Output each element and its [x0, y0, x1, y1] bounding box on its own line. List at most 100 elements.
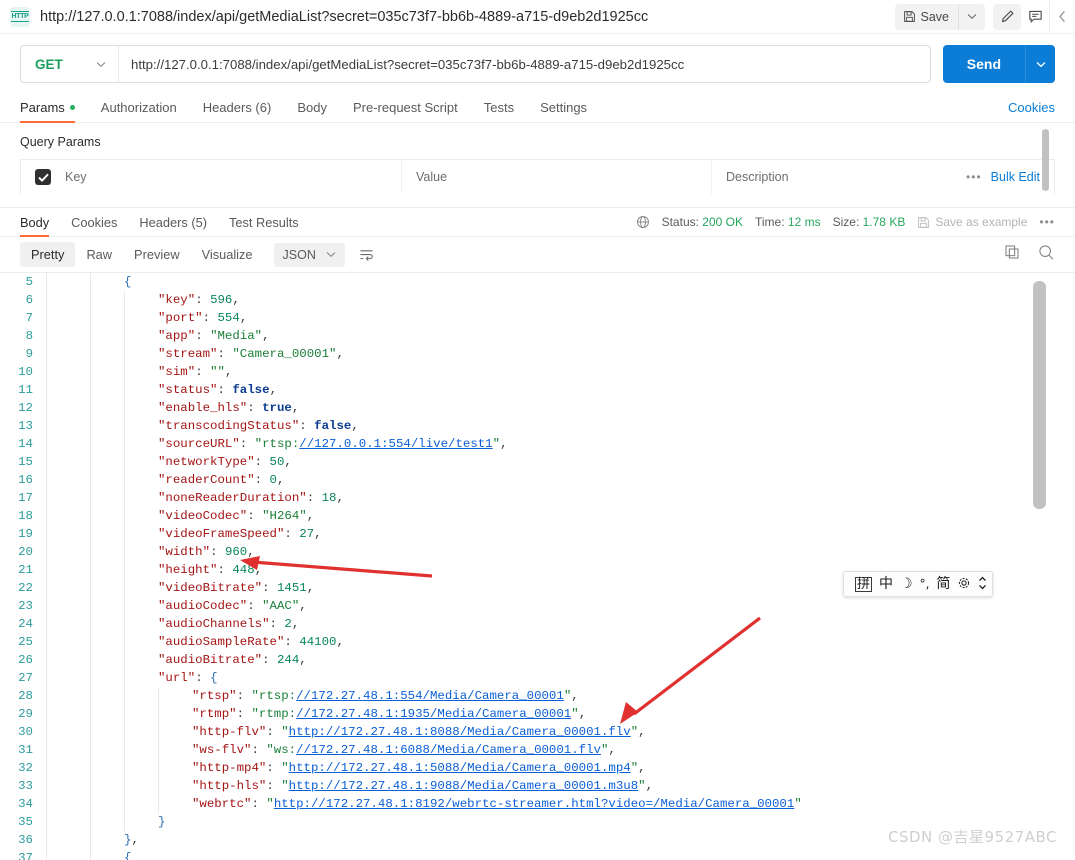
code-token-k: "videoCodec"	[158, 509, 248, 523]
indent-guide	[46, 759, 90, 777]
tab-body[interactable]: Body	[297, 100, 327, 122]
code-token-p: ,	[638, 725, 646, 739]
indent-guides	[46, 759, 192, 777]
indent-guide	[90, 579, 124, 597]
code-token-p: :	[284, 635, 300, 649]
ime-moon-icon[interactable]: ☽	[900, 577, 913, 591]
gear-icon[interactable]	[957, 576, 971, 593]
url-input[interactable]: http://127.0.0.1:7088/index/api/getMedia…	[119, 46, 930, 82]
indent-guide	[46, 669, 90, 687]
response-more-options-icon[interactable]: •••	[1039, 215, 1055, 229]
code-token-p: :	[236, 689, 252, 703]
save-dropdown-button[interactable]	[959, 4, 985, 30]
ime-chinese-mode[interactable]: 中	[879, 577, 893, 591]
params-more-options-icon[interactable]: •••	[966, 170, 982, 184]
code-token-n: 960	[224, 545, 248, 559]
indent-guides	[46, 561, 158, 579]
code-token-lnk[interactable]: //172.27.48.1:1935/Media/Camera_00001	[296, 707, 571, 721]
response-tab-body[interactable]: Body	[20, 208, 50, 237]
edit-request-button[interactable]	[993, 3, 1021, 30]
save-button-label: Save	[920, 9, 950, 24]
request-panel-scrollbar-thumb[interactable]	[1042, 129, 1049, 191]
indent-guide	[90, 813, 124, 831]
code-token-n: 50	[269, 455, 285, 469]
code-line-text: "port": 554,	[158, 309, 1075, 327]
code-token-lnk[interactable]: http://172.27.48.1:8192/webrtc-streamer.…	[274, 797, 795, 811]
ime-floating-toolbar[interactable]: 拼 中 ☽ °, 简	[843, 571, 993, 597]
http-method-select[interactable]: GET	[21, 46, 119, 82]
comments-button[interactable]	[1021, 4, 1049, 30]
indent-guide	[90, 633, 124, 651]
code-line-number: 18	[18, 509, 33, 523]
response-tab-headers[interactable]: Headers (5)	[139, 208, 207, 236]
tab-headers[interactable]: Headers (6)	[203, 100, 272, 122]
response-format-select[interactable]: JSON	[273, 242, 345, 267]
indent-guide	[124, 363, 158, 381]
select-all-checkbox[interactable]	[35, 169, 51, 185]
chevron-down-icon	[1036, 61, 1045, 67]
code-token-p: :	[266, 779, 282, 793]
code-token-lnk[interactable]: //127.0.0.1:554/live/test1	[299, 437, 492, 451]
indent-guide	[124, 723, 158, 741]
code-token-lnk[interactable]: //172.27.48.1:554/Media/Camera_00001	[296, 689, 564, 703]
response-body-code[interactable]: 5{6 "key": 596, 7 "port": 554, 8 "app": "Medi…	[0, 273, 1075, 860]
code-token-s: "ws:	[266, 743, 297, 757]
ime-simplified-mode[interactable]: 简	[936, 577, 950, 591]
code-line-text: "http-flv": "http://172.27.48.1:8088/Med…	[192, 723, 1075, 741]
save-as-example-button[interactable]: Save as example	[917, 215, 1027, 229]
ime-punctuation-mode[interactable]: °,	[920, 578, 930, 590]
check-icon	[37, 173, 49, 182]
code-token-n: 244	[276, 653, 300, 667]
code-token-lnk[interactable]: //172.27.48.1:6088/Media/Camera_00001.fl…	[296, 743, 601, 757]
view-mode-preview[interactable]: Preview	[123, 242, 191, 267]
send-button[interactable]: Send	[942, 45, 1025, 83]
code-token-p: :	[217, 347, 233, 361]
response-tab-cookies[interactable]: Cookies	[71, 208, 117, 236]
indent-guide	[90, 759, 124, 777]
response-body-scrollbar-thumb[interactable]	[1033, 281, 1046, 509]
view-mode-pretty[interactable]: Pretty	[20, 242, 76, 267]
tab-tests[interactable]: Tests	[484, 100, 514, 122]
indent-guide	[124, 561, 158, 579]
code-token-lnk[interactable]: http://172.27.48.1:5088/Media/Camera_000…	[289, 761, 631, 775]
code-token-k: "audioChannels"	[158, 617, 270, 631]
code-token-brace: {	[124, 851, 132, 860]
code-token-p: ,	[269, 383, 277, 397]
code-token-p: :	[247, 509, 263, 523]
code-token-lnk[interactable]: http://172.27.48.1:8088/Media/Camera_000…	[289, 725, 631, 739]
code-token-s: ""	[210, 365, 225, 379]
indent-guides	[46, 795, 192, 813]
code-token-lnk[interactable]: http://172.27.48.1:9088/Media/Camera_000…	[289, 779, 638, 793]
code-token-p: ,	[284, 455, 292, 469]
tab-params[interactable]: Params	[20, 100, 75, 123]
view-mode-visualize[interactable]: Visualize	[191, 242, 264, 267]
code-line-text: {	[124, 849, 1075, 860]
tab-authorization[interactable]: Authorization	[101, 100, 177, 122]
send-dropdown-button[interactable]	[1025, 45, 1055, 83]
cookies-link[interactable]: Cookies	[1008, 100, 1055, 122]
indent-guide	[90, 723, 124, 741]
bulk-edit-link[interactable]: Bulk Edit	[991, 170, 1040, 184]
indent-guides	[46, 525, 158, 543]
code-token-p: ,	[254, 563, 263, 577]
code-line-text: "videoCodec": "H264",	[158, 507, 1075, 525]
tab-settings[interactable]: Settings	[540, 100, 587, 122]
collapse-panel-button[interactable]	[1049, 0, 1075, 34]
tab-pre-request-script[interactable]: Pre-request Script	[353, 100, 458, 122]
ime-more-icon[interactable]	[978, 576, 987, 593]
view-mode-raw[interactable]: Raw	[75, 242, 123, 267]
search-response-button[interactable]	[1038, 244, 1055, 266]
indent-guides	[46, 489, 158, 507]
indent-guide	[124, 381, 158, 399]
ime-pinyin-mode[interactable]: 拼	[855, 576, 873, 592]
indent-guide	[46, 633, 90, 651]
word-wrap-toggle[interactable]	[359, 248, 374, 262]
copy-response-button[interactable]	[1004, 244, 1020, 265]
indent-guides	[46, 381, 158, 399]
save-button[interactable]: Save	[895, 3, 959, 30]
indent-guide	[90, 687, 124, 705]
code-token-p: ,	[571, 689, 579, 703]
code-token-p: ,	[306, 509, 315, 523]
code-token-p: :	[247, 401, 263, 415]
response-tab-test-results[interactable]: Test Results	[229, 208, 299, 236]
